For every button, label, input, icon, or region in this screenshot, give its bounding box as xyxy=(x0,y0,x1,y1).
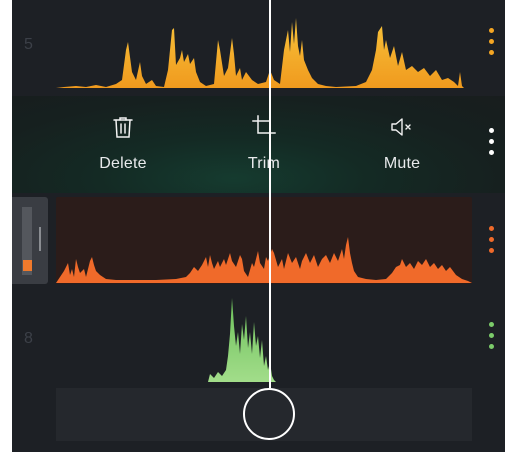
delete-label: Delete xyxy=(99,155,147,172)
trash-icon xyxy=(113,117,133,138)
crop-icon xyxy=(252,115,276,139)
track-7-more-button[interactable] xyxy=(489,226,497,259)
dot-icon xyxy=(489,128,494,133)
dot-icon xyxy=(489,226,494,231)
dot-icon xyxy=(489,150,494,155)
dot-icon xyxy=(489,344,494,349)
dot-icon xyxy=(489,322,494,327)
track-8-more-button[interactable] xyxy=(489,322,497,355)
trim-button[interactable]: Trim xyxy=(209,96,319,193)
trim-label: Trim xyxy=(247,155,281,172)
meter-level xyxy=(23,260,32,271)
clip-action-menu: Delete Trim Mute xyxy=(12,96,505,193)
popup-more-button[interactable] xyxy=(489,128,494,161)
dot-icon xyxy=(489,333,494,338)
delete-button[interactable]: Delete xyxy=(68,96,178,193)
dot-icon xyxy=(489,139,494,144)
track-number: 8 xyxy=(24,330,33,347)
mute-label: Mute xyxy=(383,155,421,172)
record-button[interactable] xyxy=(243,388,295,440)
volume-slider-handle[interactable] xyxy=(39,227,41,251)
track-5-waveform[interactable] xyxy=(56,10,472,90)
recording-app: 5 8 Delete Trim Mute xyxy=(12,0,505,452)
dot-icon xyxy=(489,248,494,253)
track-7-waveform[interactable] xyxy=(56,197,472,284)
playhead[interactable] xyxy=(269,0,271,388)
track-volume-meter[interactable] xyxy=(12,197,48,284)
track-8-waveform[interactable] xyxy=(208,296,278,384)
track-5-more-button[interactable] xyxy=(489,28,497,61)
track-number: 5 xyxy=(24,36,33,53)
speaker-mute-icon xyxy=(391,118,411,136)
dot-icon xyxy=(489,237,494,242)
dot-icon xyxy=(489,28,494,33)
dot-icon xyxy=(489,50,494,55)
dot-icon xyxy=(489,39,494,44)
mute-button[interactable]: Mute xyxy=(347,96,457,193)
